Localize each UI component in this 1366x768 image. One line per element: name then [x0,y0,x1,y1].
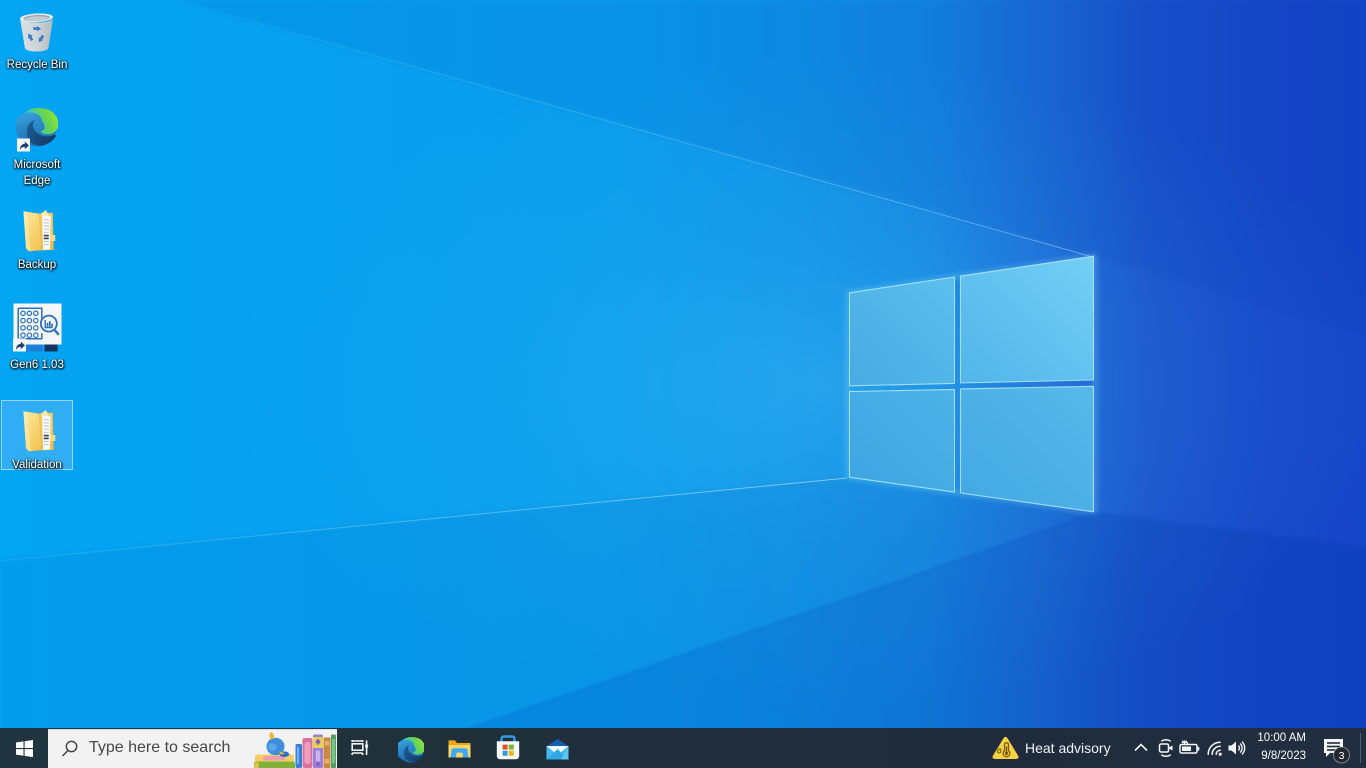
svg-text:3: 3 [1339,750,1345,762]
